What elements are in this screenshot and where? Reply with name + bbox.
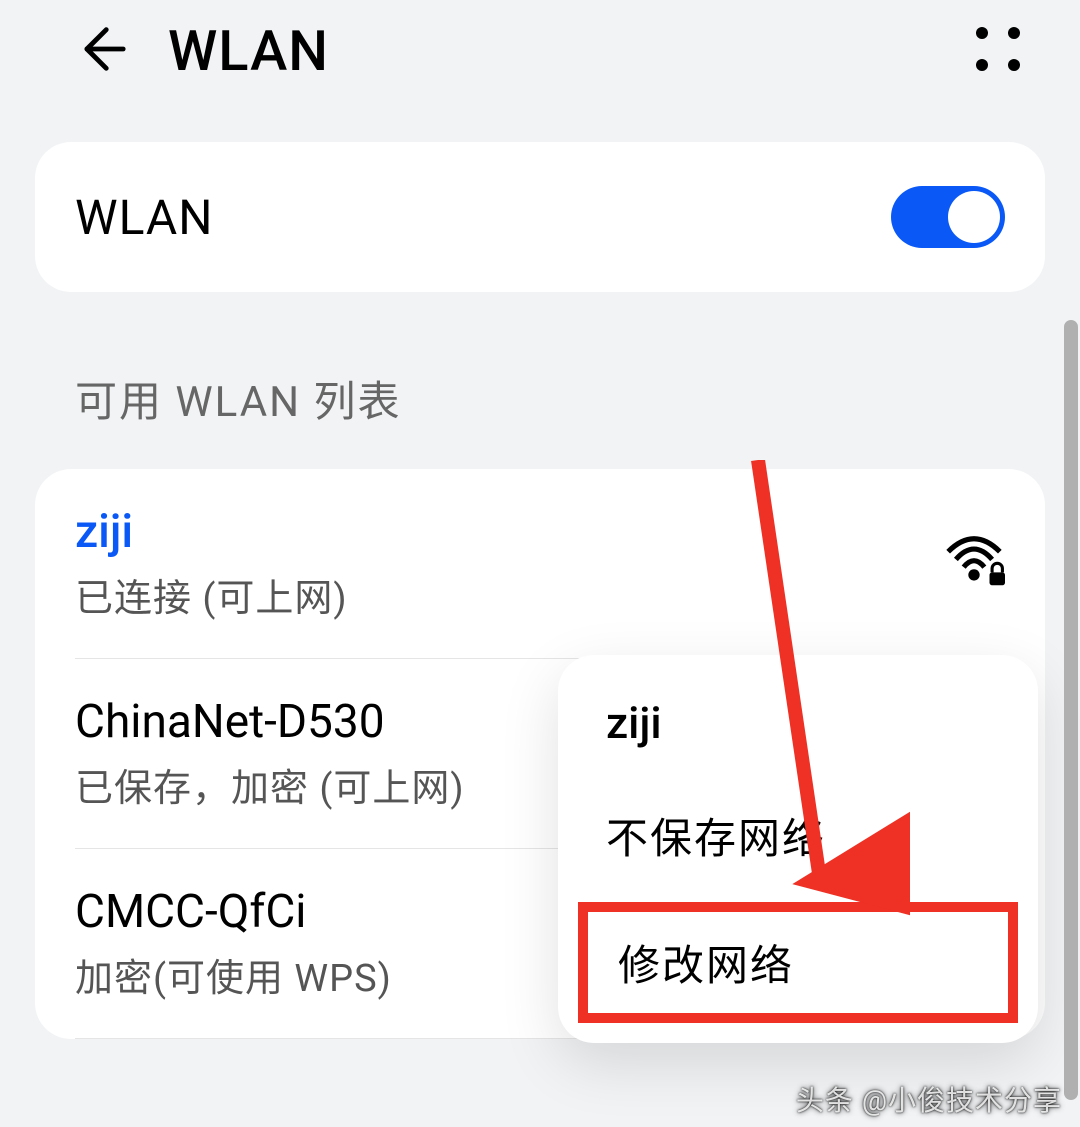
- wifi-signal-lock-icon: [943, 531, 1005, 597]
- scrollbar[interactable]: [1064, 320, 1078, 1100]
- wifi-status: 加密(可使用 WPS): [75, 947, 392, 1002]
- context-menu-popup: ziji 不保存网络 修改网络: [558, 655, 1038, 1043]
- wifi-status: 已连接 (可上网): [75, 567, 348, 622]
- header: WLAN: [0, 0, 1080, 102]
- watermark: 头条 @小俊技术分享: [796, 1079, 1062, 1119]
- wifi-status: 已保存，加密 (可上网): [75, 757, 465, 812]
- available-networks-title: 可用 WLAN 列表: [75, 368, 1080, 429]
- more-icon[interactable]: [970, 21, 1030, 81]
- page-title: WLAN: [168, 18, 329, 84]
- wlan-toggle-switch[interactable]: [891, 186, 1005, 248]
- wifi-name: ChinaNet-D530: [75, 695, 465, 749]
- wlan-toggle-card: WLAN: [35, 142, 1045, 292]
- back-icon[interactable]: [70, 20, 128, 82]
- popup-modify-network[interactable]: 修改网络: [578, 902, 1018, 1023]
- wifi-name: CMCC-QfCi: [75, 885, 392, 939]
- popup-forget-network[interactable]: 不保存网络: [558, 777, 1038, 894]
- wlan-toggle-label: WLAN: [75, 189, 213, 246]
- wifi-name: ziji: [75, 505, 348, 559]
- popup-network-name: ziji: [558, 679, 1038, 777]
- wifi-item-connected[interactable]: ziji 已连接 (可上网): [75, 469, 1005, 659]
- wlan-toggle-row[interactable]: WLAN: [75, 142, 1005, 292]
